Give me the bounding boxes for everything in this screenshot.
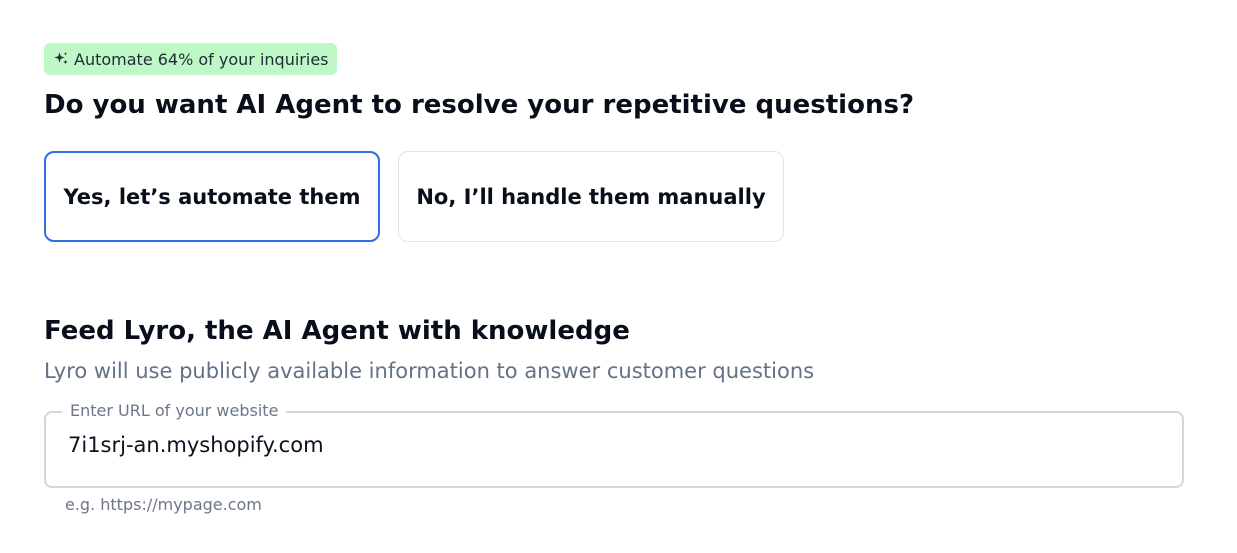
onboarding-page: Automate 64% of your inquiries Do you wa… — [0, 0, 1237, 553]
website-url-input[interactable] — [68, 433, 1148, 457]
website-url-field[interactable]: Enter URL of your website — [44, 401, 1184, 488]
automation-badge: Automate 64% of your inquiries — [44, 43, 337, 75]
knowledge-subtitle: Lyro will use publicly available informa… — [44, 359, 815, 383]
url-hint: e.g. https://mypage.com — [65, 495, 262, 514]
automation-question: Do you want AI Agent to resolve your rep… — [44, 90, 915, 120]
badge-text: Automate 64% of your inquiries — [74, 49, 329, 69]
automation-options: Yes, let’s automate them No, I’ll handle… — [44, 151, 784, 242]
no-manual-label: No, I’ll handle them manually — [416, 184, 766, 209]
website-url-label: Enter URL of your website — [62, 401, 287, 420]
knowledge-title: Feed Lyro, the AI Agent with knowledge — [44, 316, 630, 346]
sparkles-icon — [54, 52, 68, 65]
yes-automate-label: Yes, let’s automate them — [63, 184, 361, 209]
yes-automate-button[interactable]: Yes, let’s automate them — [44, 151, 380, 242]
no-manual-button[interactable]: No, I’ll handle them manually — [398, 151, 784, 242]
